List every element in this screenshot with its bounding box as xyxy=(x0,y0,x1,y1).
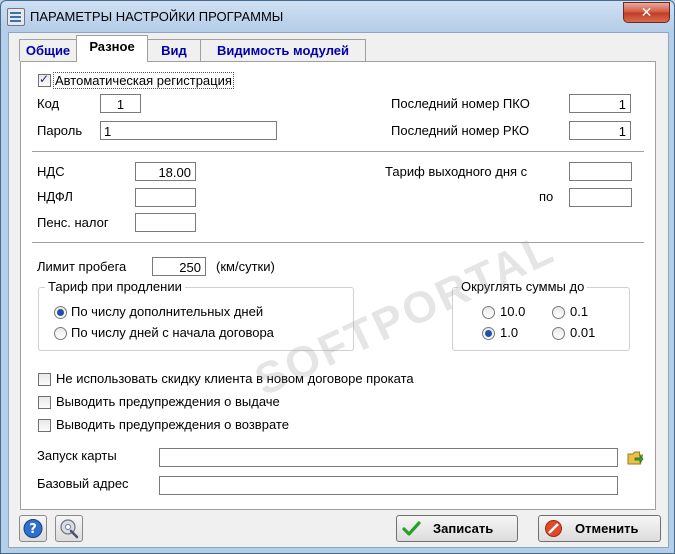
title-bar[interactable]: ПАРАМЕТРЫ НАСТРОЙКИ ПРОГРАММЫ ✕ xyxy=(1,1,674,31)
rounding-10-radio[interactable] xyxy=(482,306,495,319)
extension-tariff-group xyxy=(38,287,354,351)
weekend-to-field[interactable] xyxy=(569,188,632,207)
code-label: Код xyxy=(37,96,60,111)
svg-text:?: ? xyxy=(29,522,37,537)
tab-misc[interactable]: Разное xyxy=(76,35,148,62)
cancel-button[interactable]: Отменить xyxy=(538,515,661,542)
base-address-label: Базовый адрес xyxy=(37,476,129,491)
warn-issue-checkbox[interactable] xyxy=(38,396,51,409)
last-pko-field[interactable]: 1 xyxy=(569,94,631,113)
window-title: ПАРАМЕТРЫ НАСТРОЙКИ ПРОГРАММЫ xyxy=(30,9,284,24)
mileage-label: Лимит пробега xyxy=(37,259,127,274)
vat-field[interactable]: 18.00 xyxy=(135,162,196,181)
rounding-0-1-radio[interactable] xyxy=(552,306,565,319)
rounding-group xyxy=(452,287,630,351)
vat-label: НДС xyxy=(37,164,65,179)
separator-1 xyxy=(32,151,644,155)
extension-option-additional-days-radio[interactable] xyxy=(54,306,67,319)
rounding-title: Округлять суммы до xyxy=(458,279,588,294)
extension-option-days-from-start-label[interactable]: По числу дней с начала договора xyxy=(71,325,274,340)
extension-option-additional-days-label[interactable]: По числу дополнительных дней xyxy=(71,304,263,319)
rounding-0-01-radio[interactable] xyxy=(552,327,565,340)
save-button-label: Записать xyxy=(433,521,494,536)
rounding-0-01-label[interactable]: 0.01 xyxy=(570,325,595,340)
weekend-from-label: Тариф выходного дня с xyxy=(385,164,528,179)
cancel-button-label: Отменить xyxy=(575,521,639,536)
tab-general[interactable]: Общие xyxy=(19,39,77,61)
auto-registration-checkbox[interactable] xyxy=(38,72,51,87)
separator-2 xyxy=(32,242,644,246)
pension-tax-field[interactable] xyxy=(135,213,196,232)
help-icon: ? xyxy=(23,519,43,538)
auto-registration-label[interactable]: Автоматическая регистрация xyxy=(53,72,234,89)
cancel-icon xyxy=(545,520,562,537)
close-button[interactable]: ✕ xyxy=(623,2,670,23)
help-button[interactable]: ? xyxy=(19,515,47,542)
settings-icon xyxy=(60,519,79,539)
last-rko-field[interactable]: 1 xyxy=(569,121,631,140)
mileage-unit: (км/сутки) xyxy=(216,259,275,274)
map-launch-field[interactable] xyxy=(159,448,618,467)
weekend-from-field[interactable] xyxy=(569,162,632,181)
ndfl-label: НДФЛ xyxy=(37,189,73,204)
dialog-body: Общие Разное Вид Видимость модулей Автом… xyxy=(8,32,669,548)
last-pko-label: Последний номер ПКО xyxy=(391,96,530,111)
app-icon xyxy=(7,8,25,26)
extension-tariff-title: Тариф при продлении xyxy=(45,279,185,294)
rounding-10-label[interactable]: 10.0 xyxy=(500,304,525,319)
weekend-to-label: по xyxy=(539,189,554,204)
ndfl-field[interactable] xyxy=(135,188,196,207)
settings-button[interactable] xyxy=(55,515,83,542)
password-field[interactable]: 1 xyxy=(100,121,277,140)
tab-module-visibility[interactable]: Видимость модулей xyxy=(200,39,366,61)
mileage-field[interactable]: 250 xyxy=(152,257,206,276)
settings-window: ПАРАМЕТРЫ НАСТРОЙКИ ПРОГРАММЫ ✕ Общие Ра… xyxy=(0,0,675,554)
last-rko-label: Последний номер РКО xyxy=(391,123,530,138)
warn-issue-label[interactable]: Выводить предупреждения о выдаче xyxy=(56,394,280,409)
rounding-0-1-label[interactable]: 0.1 xyxy=(570,304,588,319)
tab-panel-misc: Автоматическая регистрация Код 1 Пароль … xyxy=(20,61,656,510)
folder-arrow-icon[interactable] xyxy=(627,449,644,466)
save-button[interactable]: Записать xyxy=(396,515,518,542)
pension-tax-label: Пенс. налог xyxy=(37,215,109,230)
map-launch-label: Запуск карты xyxy=(37,448,117,463)
warn-return-label[interactable]: Выводить предупреждения о возврате xyxy=(56,417,289,432)
rounding-1-radio[interactable] xyxy=(482,327,495,340)
code-field[interactable]: 1 xyxy=(100,94,141,113)
no-client-discount-checkbox[interactable] xyxy=(38,373,51,386)
base-address-field[interactable] xyxy=(159,476,618,495)
warn-return-checkbox[interactable] xyxy=(38,419,51,432)
tab-view[interactable]: Вид xyxy=(147,39,201,61)
rounding-1-label[interactable]: 1.0 xyxy=(500,325,518,340)
no-client-discount-label[interactable]: Не использовать скидку клиента в новом д… xyxy=(56,371,414,386)
check-icon xyxy=(402,521,421,536)
extension-option-days-from-start-radio[interactable] xyxy=(54,327,67,340)
password-label: Пароль xyxy=(37,123,83,138)
